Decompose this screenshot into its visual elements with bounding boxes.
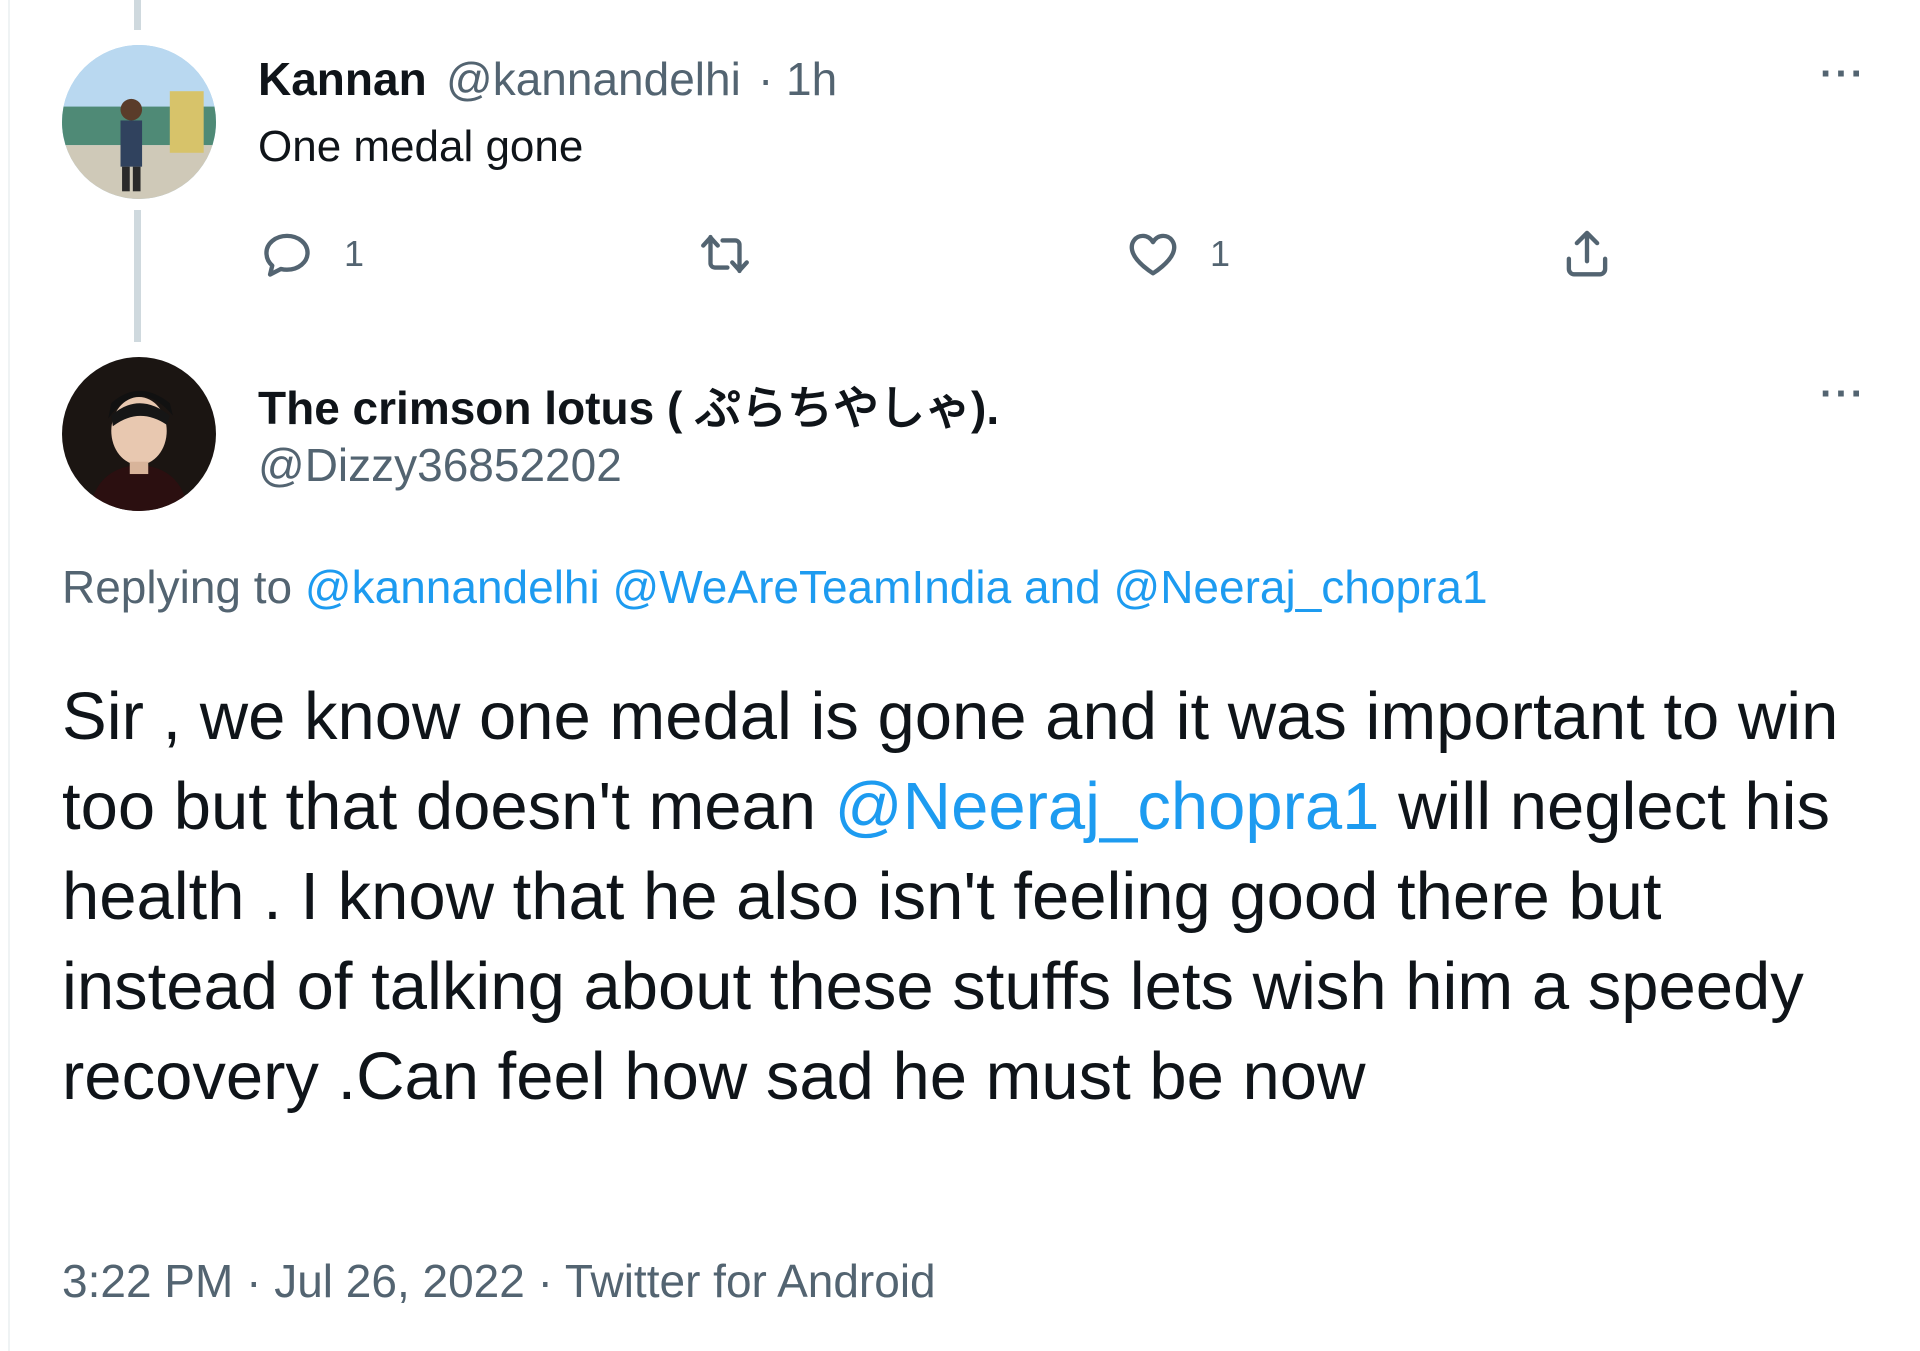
- parent-handle[interactable]: @kannandelhi: [446, 52, 741, 106]
- thread-line-connector: [134, 210, 141, 342]
- reply-button[interactable]: 1: [258, 225, 364, 283]
- retweet-icon: [701, 234, 749, 274]
- replying-to-and[interactable]: and: [1024, 561, 1101, 613]
- meta-separator-2: ·: [537, 1255, 553, 1307]
- replying-to-user-weareteamindia[interactable]: @WeAreTeamIndia: [613, 561, 1012, 613]
- replying-to-user-neeraj[interactable]: @Neeraj_chopra1: [1114, 561, 1488, 613]
- avatar-dizzy-image: [62, 357, 216, 511]
- like-button[interactable]: 1: [1124, 225, 1230, 283]
- parent-more-icon[interactable]: ···: [1820, 52, 1866, 97]
- like-count: 1: [1210, 233, 1231, 274]
- tweet-metadata: 3:22 PM · Jul 26, 2022 · Twitter for And…: [62, 1254, 936, 1308]
- share-icon: [1566, 230, 1608, 277]
- parent-timestamp[interactable]: 1h: [786, 52, 837, 106]
- parent-separator: ·: [758, 53, 774, 105]
- parent-display-name[interactable]: Kannan: [258, 52, 427, 106]
- meta-separator-1: ·: [246, 1255, 262, 1307]
- reply-tweet-text: Sir , we know one medal is gone and it w…: [62, 672, 1862, 1122]
- replying-to-user-kannandelhi[interactable]: @kannandelhi: [305, 561, 600, 613]
- tweet-date[interactable]: Jul 26, 2022: [274, 1255, 525, 1307]
- reply-icon: [264, 233, 310, 277]
- reply-count: 1: [344, 233, 365, 274]
- avatar-kannan[interactable]: [62, 45, 216, 199]
- tweet-time[interactable]: 3:22 PM: [62, 1255, 233, 1307]
- reply-text-mention[interactable]: @Neeraj_chopra1: [835, 769, 1380, 844]
- thread-line-top: [134, 0, 141, 30]
- parent-tweet-text: One medal gone: [258, 122, 584, 171]
- avatar-dizzy[interactable]: [62, 357, 216, 511]
- like-icon: [1129, 233, 1177, 276]
- retweet-button[interactable]: [696, 225, 782, 283]
- replying-to-label: Replying to: [62, 561, 293, 613]
- reply-handle[interactable]: @Dizzy36852202: [258, 438, 622, 492]
- reply-more-icon[interactable]: ···: [1820, 372, 1866, 417]
- reply-display-name[interactable]: The crimson lotus ( ぷらちやしゃ).: [258, 372, 999, 438]
- share-button[interactable]: [1558, 225, 1616, 283]
- avatar-kannan-image: [62, 45, 216, 199]
- timeline-border: [8, 0, 10, 1351]
- tweet-client[interactable]: Twitter for Android: [565, 1255, 936, 1307]
- replying-to-line: Replying to @kannandelhi @WeAreTeamIndia…: [62, 560, 1488, 614]
